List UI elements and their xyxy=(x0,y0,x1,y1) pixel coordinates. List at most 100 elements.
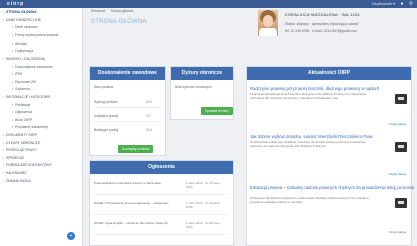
stat-label: Wymóg punktów xyxy=(94,100,118,104)
sidebar-item[interactable]: › STRONA GŁÓWNA xyxy=(3,9,37,15)
profile-status: Status: aktywny · uprawniony wykonujący … xyxy=(285,22,359,26)
list-item[interactable]: NOWE !! Prowadzenie procesu sądowego – z… xyxy=(94,198,229,215)
sidebar-item-label: Szkolenia xyxy=(15,87,30,92)
news-title[interactable]: Edukacja prawna – szukamy radców prawnyc… xyxy=(250,185,414,190)
user-profile: KORALNICA MAGDALENA · WA-1434 Status: ak… xyxy=(258,9,417,57)
stat-label: Uzyskane punkty xyxy=(94,114,119,118)
news-thumbnail[interactable] xyxy=(395,198,407,208)
sidebar-item-label: Publikacje xyxy=(15,102,31,107)
card-title: Doskonalenie zawodowe xyxy=(90,67,165,80)
profile-contact: tel. 12 345 6789 · e-mail: 1234-567@gmai… xyxy=(285,29,357,33)
sidebar-item[interactable]: • Dyżurowe ZM xyxy=(12,79,36,85)
sidebar-item-label: DANE EWIDENCYJNE xyxy=(6,17,42,22)
card-title: Aktualności OIRP xyxy=(247,67,411,80)
plus-icon[interactable]: + xyxy=(67,232,75,240)
sidebar-item-label: Legitymacja xyxy=(15,49,34,54)
sidebar-item[interactable]: › WNIOSKI I ZGŁOSZENIA xyxy=(3,56,45,62)
announcements-card: Ogłoszenia Praca aplikanta w kancelarii … xyxy=(89,160,234,246)
user-menu[interactable]: Użytkownik ▾ xyxy=(372,1,395,7)
page-title: STRONA GŁÓWNA xyxy=(91,19,147,25)
sidebar-item[interactable]: • ZPM xyxy=(12,71,22,77)
sidebar-item[interactable]: › DYŻURY OBRONCZE xyxy=(3,140,40,146)
news-body: Okręgowa Izba Radców Prawnych w Warszawi… xyxy=(250,196,369,204)
news-item: Radczynie prawnej przyznanej rzecznik, d… xyxy=(250,86,408,132)
read-more-link[interactable]: Czytaj więcej xyxy=(388,122,406,126)
bell-icon[interactable]: ● xyxy=(399,1,405,7)
professional-development-card: Doskonalenie zawodowe Stan punktów Wymóg… xyxy=(89,66,166,156)
sidebar-item-label: STRONA GŁÓWNA xyxy=(6,10,37,14)
news-thumbnail[interactable] xyxy=(395,94,407,104)
announcement-date: 1 sierp 2016 · do 15 sierp 2016 xyxy=(186,181,221,189)
announcement-title[interactable]: NOWE: Legal English – szkolenie dla radc… xyxy=(94,221,178,225)
sidebar-item-label: Biuro OIRP xyxy=(15,117,33,122)
announcement-date: 1 sierp 2016 · do 15 sierp 2016 xyxy=(186,201,221,209)
sidebar-item-label: Dyżurowe ZM xyxy=(15,79,36,84)
sidebar-item-label: PRZEGLĄD PRASY xyxy=(6,148,37,153)
stat-label: Brakujące punkty xyxy=(94,128,119,132)
sidebar: › STRONA GŁÓWNA › DANE EWIDENCYJNE • Dane oso… xyxy=(0,8,83,246)
breadcrumb: Eimarnet Strona główna xyxy=(91,9,137,13)
sidebar-item[interactable]: • Formy wykonywania zawodu xyxy=(12,32,58,38)
sidebar-item[interactable]: • Szkolenia xyxy=(12,86,30,92)
news-title[interactable]: Jak dobrze wybrać doradcę. Łukasz Wierzb… xyxy=(250,134,373,139)
sidebar-item-label: DOKUMENTY OIRP xyxy=(6,133,37,137)
card-title: Dyżury obrończe xyxy=(171,67,233,80)
sidebar-item[interactable]: › DOKUMENTY OIRP xyxy=(3,132,37,138)
sidebar-item[interactable]: › ZMIANA HASŁA xyxy=(3,178,31,184)
sidebar-item[interactable]: › FORMULARZ KONTAKTOWY xyxy=(3,162,52,168)
sidebar-item-label: Doskonalenie zawodowe xyxy=(15,64,53,69)
card-title: Ogłoszenia xyxy=(90,161,233,174)
news-thumbnail[interactable] xyxy=(395,142,407,152)
sidebar-item[interactable]: › DANE EWIDENCYJNE xyxy=(3,17,41,23)
breadcrumb-item: Strona główna xyxy=(110,9,134,13)
news-body: 13 lipca Europejskiego Dnia Prawnika Okr… xyxy=(250,92,367,100)
stat-value: 0.0 xyxy=(146,114,151,118)
sidebar-item-label: FORMULARZ KONTAKTOWY xyxy=(6,163,52,168)
sidebar-item[interactable]: › KALENDARZ xyxy=(3,170,26,176)
news-item: Jak dobrze wybrać doradcę. Łukasz Wierzb… xyxy=(250,134,408,182)
announcement-title[interactable]: NOWE !! Prowadzenie procesu sądowego – z… xyxy=(94,201,178,205)
sidebar-item-label: KALENDARZ xyxy=(6,171,27,175)
top-bar: eiorp Użytkownik ▾ ● ⚲ xyxy=(0,0,417,8)
points-details-button[interactable]: Szczegóły punktów xyxy=(118,145,154,153)
news-card: Aktualności OIRP Radczynie prawnej przyz… xyxy=(246,66,414,246)
sidebar-item-label: Dane osobowe xyxy=(15,25,38,30)
sidebar-item[interactable]: • Biuro OIRP xyxy=(12,117,32,123)
news-title[interactable]: Radczynie prawnej przyznanej rzecznik, d… xyxy=(250,86,379,91)
empty-message: Brak dyżurów obrończych xyxy=(175,85,212,89)
sidebar-item-label: INFORMACJE I KATEGORIE xyxy=(6,95,51,99)
sidebar-item[interactable]: • Wnioski xyxy=(12,41,27,47)
announcement-title[interactable]: Praca aplikanta w kancelarii prawnej w W… xyxy=(94,181,178,185)
stat-value: 30.0 xyxy=(146,128,153,132)
app-logo[interactable]: eiorp xyxy=(7,1,24,7)
announcement-date: 1 sierp 2016 · do 28 sierp 2016 xyxy=(186,221,221,229)
sidebar-item-label: Formy wykonywania zawodu xyxy=(15,32,59,37)
sidebar-item[interactable]: • Przydatne dokumenty xyxy=(12,124,48,130)
sidebar-item-label: ZPM xyxy=(15,72,23,77)
sidebar-item[interactable]: • Dane osobowe xyxy=(12,24,38,30)
read-more-link[interactable]: Czytaj więcej xyxy=(388,230,406,234)
sidebar-item[interactable]: • Publikacje xyxy=(12,102,30,108)
read-more-link[interactable]: Czytaj więcej xyxy=(388,172,406,176)
sidebar-item[interactable]: • Legitymacja xyxy=(12,48,33,54)
sidebar-item-label: ZMIANA HASŁA xyxy=(6,178,31,183)
check-dates-button[interactable]: Sprawdź terminy xyxy=(201,107,233,115)
sidebar-item-label: SPRZEDAŻ xyxy=(6,155,25,160)
sidebar-item-label: Ogłoszenia xyxy=(15,110,32,115)
sidebar-item[interactable]: • Ogłoszenia xyxy=(12,109,32,115)
breadcrumb-item[interactable]: Eimarnet xyxy=(91,9,105,13)
news-body: W Warszawie odbyło się spotkanie członkó… xyxy=(250,140,366,148)
sidebar-item[interactable]: › PRZEGLĄD PRASY xyxy=(3,147,37,153)
sidebar-item-label: DYŻURY OBRONCZE xyxy=(6,140,40,145)
sidebar-item[interactable]: • Doskonalenie zawodowe xyxy=(12,64,53,70)
search-icon[interactable]: ⚲ xyxy=(408,1,414,7)
defense-duty-card: Dyżury obrończe Brak dyżurów obrończych … xyxy=(170,66,234,120)
list-item[interactable]: NOWE: Legal English – szkolenie dla radc… xyxy=(94,218,229,235)
sidebar-item[interactable]: › INFORMACJE I KATEGORIE xyxy=(3,94,50,100)
profile-name: KORALNICA MAGDALENA · WA-1434 xyxy=(285,12,360,17)
news-item: Edukacja prawna – szukamy radców prawnyc… xyxy=(250,185,414,241)
sidebar-item[interactable]: › SPRZEDAŻ xyxy=(3,155,24,161)
sidebar-item-label: Przydatne dokumenty xyxy=(15,125,48,130)
list-item[interactable]: Praca aplikanta w kancelarii prawnej w W… xyxy=(94,178,229,195)
stat-value: 30.0 xyxy=(146,100,153,104)
